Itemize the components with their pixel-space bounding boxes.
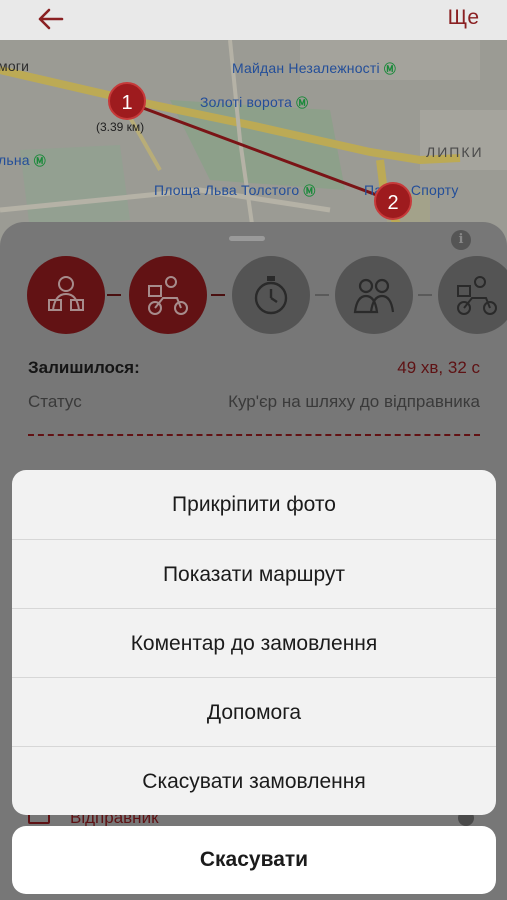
dismiss-sheet-button[interactable]: Скасувати xyxy=(12,826,496,894)
delivery-steps xyxy=(0,256,507,336)
step-scooter-delivery-icon xyxy=(438,256,507,334)
map-label-maidan-text: Майдан Незалежності xyxy=(232,60,380,76)
step-people-meeting-icon xyxy=(335,256,413,334)
order-comment-button[interactable]: Коментар до замовлення xyxy=(12,608,496,677)
step-courier-with-boxes-icon xyxy=(27,256,105,334)
remaining-time-value: 49 хв, 32 с xyxy=(397,358,480,377)
show-route-button[interactable]: Показати маршрут xyxy=(12,539,496,608)
map-label-station-text: льна xyxy=(0,152,30,168)
back-arrow-icon[interactable] xyxy=(36,6,66,32)
route-end-pin[interactable]: 2 xyxy=(374,182,412,220)
status-value: Кур'єр на шляху до відправника xyxy=(228,392,480,411)
map-label-zoloti-vorota: Золоті ворота Ⓜ xyxy=(200,94,308,111)
attach-photo-button[interactable]: Прикріпити фото xyxy=(12,470,496,539)
map-label-zoloti-text: Золоті ворота xyxy=(200,94,293,110)
route-distance: (3.39 км) xyxy=(96,120,145,134)
cancel-order-button[interactable]: Скасувати замовлення xyxy=(12,746,496,815)
step-connector xyxy=(211,294,225,296)
map-label-lypky: ЛИПКИ xyxy=(426,144,484,160)
sheet-drag-handle[interactable] xyxy=(229,236,265,241)
map-label-maidan: Майдан Незалежності Ⓜ xyxy=(232,60,396,77)
remaining-time-label: Залишилося: xyxy=(28,358,140,377)
route-start-pin[interactable]: 1 xyxy=(108,82,146,120)
help-button[interactable]: Допомога xyxy=(12,677,496,746)
action-sheet: Прикріпити фото Показати маршрут Комента… xyxy=(12,470,496,815)
step-connector xyxy=(107,294,121,296)
metro-icon: Ⓜ xyxy=(383,62,397,76)
metro-icon: Ⓜ xyxy=(296,96,309,110)
status-label: Статус xyxy=(28,392,82,411)
dashed-divider xyxy=(28,434,480,436)
map-label-street: моги xyxy=(0,58,30,74)
metro-icon: Ⓜ xyxy=(33,154,46,168)
map-label-station: льна Ⓜ xyxy=(0,152,46,169)
metro-icon: Ⓜ xyxy=(303,184,316,198)
step-scooter-delivery-icon xyxy=(129,256,207,334)
more-link[interactable]: Ще xyxy=(448,6,479,30)
map-label-tolstoho-text: Площа Льва Толстого xyxy=(154,182,300,198)
info-icon[interactable]: i xyxy=(451,230,471,250)
step-stopwatch-icon xyxy=(232,256,310,334)
step-connector xyxy=(315,294,329,296)
step-connector xyxy=(418,294,432,296)
map-label-lva-tolstoho: Площа Льва Толстого Ⓜ xyxy=(154,182,316,199)
top-bar: Ще xyxy=(0,0,507,40)
